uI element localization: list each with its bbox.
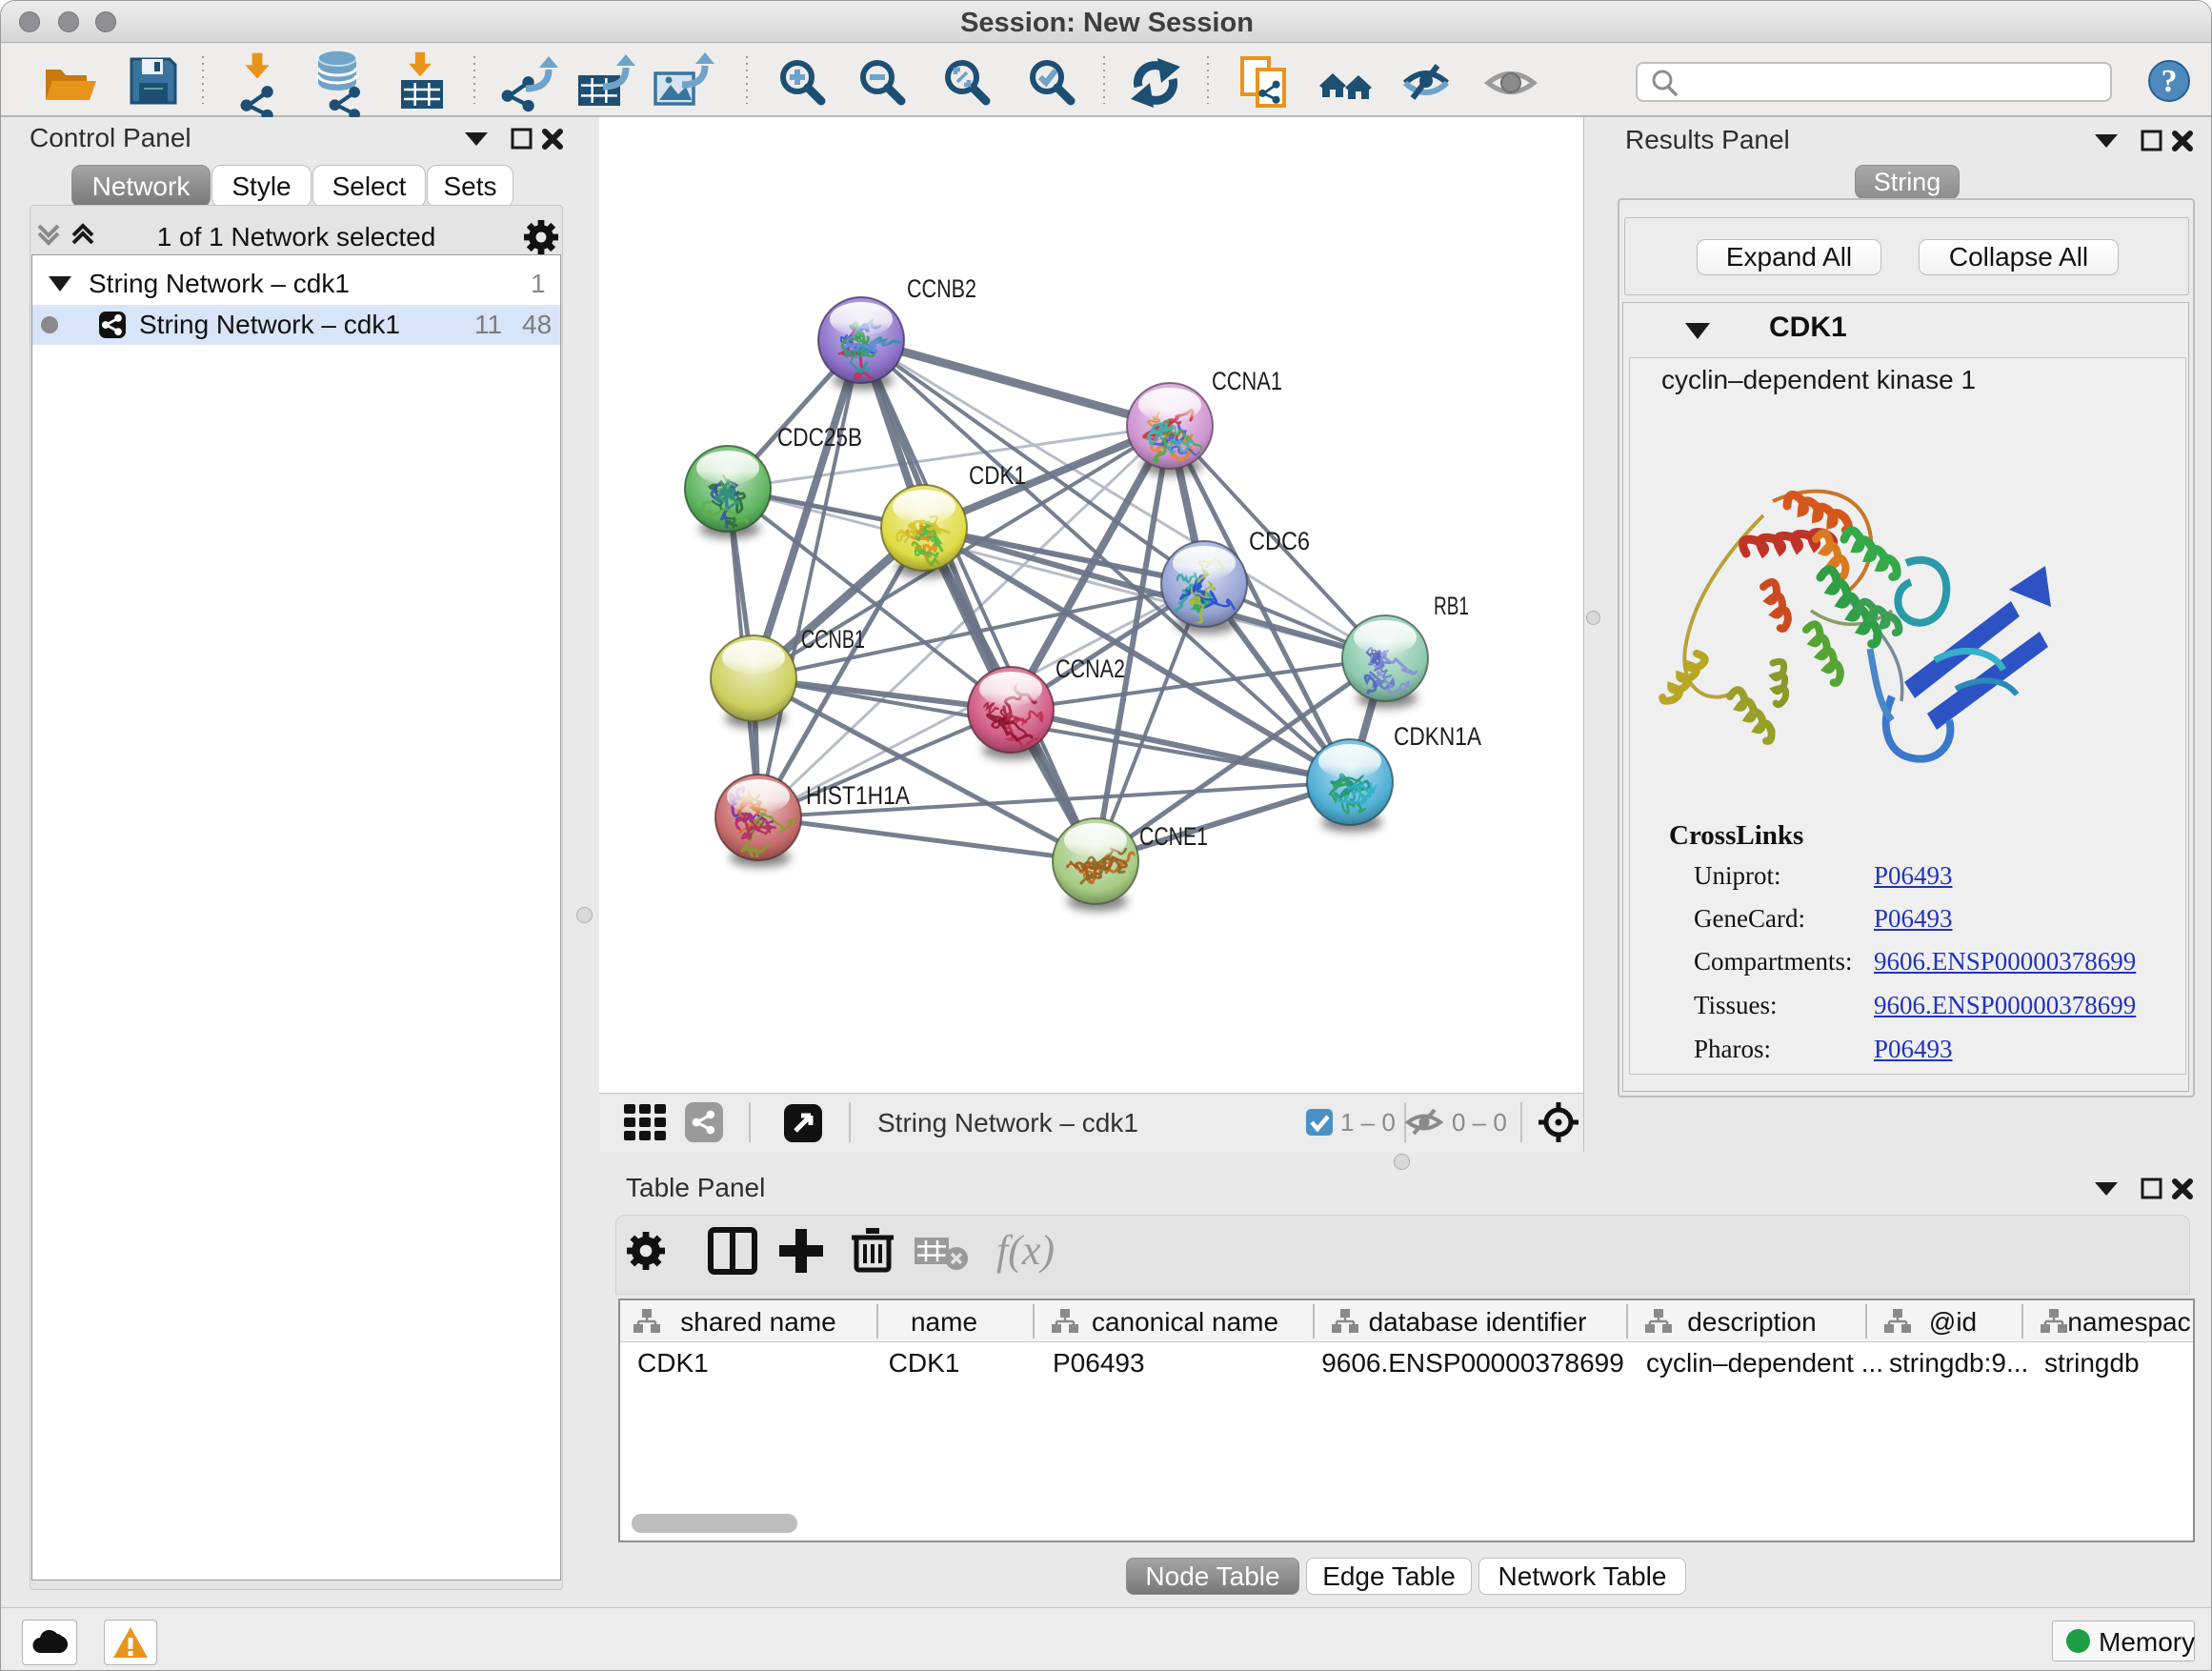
svg-text:CCNE1: CCNE1: [1139, 822, 1208, 851]
svg-text:CCNB1: CCNB1: [801, 625, 865, 654]
svg-text:1 – 0: 1 – 0: [1340, 1108, 1396, 1137]
svg-text:HIST1H1A: HIST1H1A: [806, 781, 910, 810]
svg-text:f(x): f(x): [996, 1227, 1055, 1274]
svg-text:CDC6: CDC6: [1249, 527, 1310, 555]
svg-text:CDKN1A: CDKN1A: [1394, 722, 1481, 751]
svg-text:String Network – cdk1: String Network – cdk1: [877, 1108, 1138, 1137]
svg-text:CCNA1: CCNA1: [1212, 367, 1282, 395]
svg-text:RB1: RB1: [1434, 592, 1469, 620]
svg-text:CCNA2: CCNA2: [1056, 654, 1125, 683]
svg-text:CCNB2: CCNB2: [907, 274, 976, 303]
svg-text:CDK1: CDK1: [969, 461, 1026, 490]
svg-text:0 – 0: 0 – 0: [1452, 1108, 1507, 1137]
svg-text:CDC25B: CDC25B: [777, 423, 862, 452]
svg-text:?: ?: [2162, 64, 2178, 99]
